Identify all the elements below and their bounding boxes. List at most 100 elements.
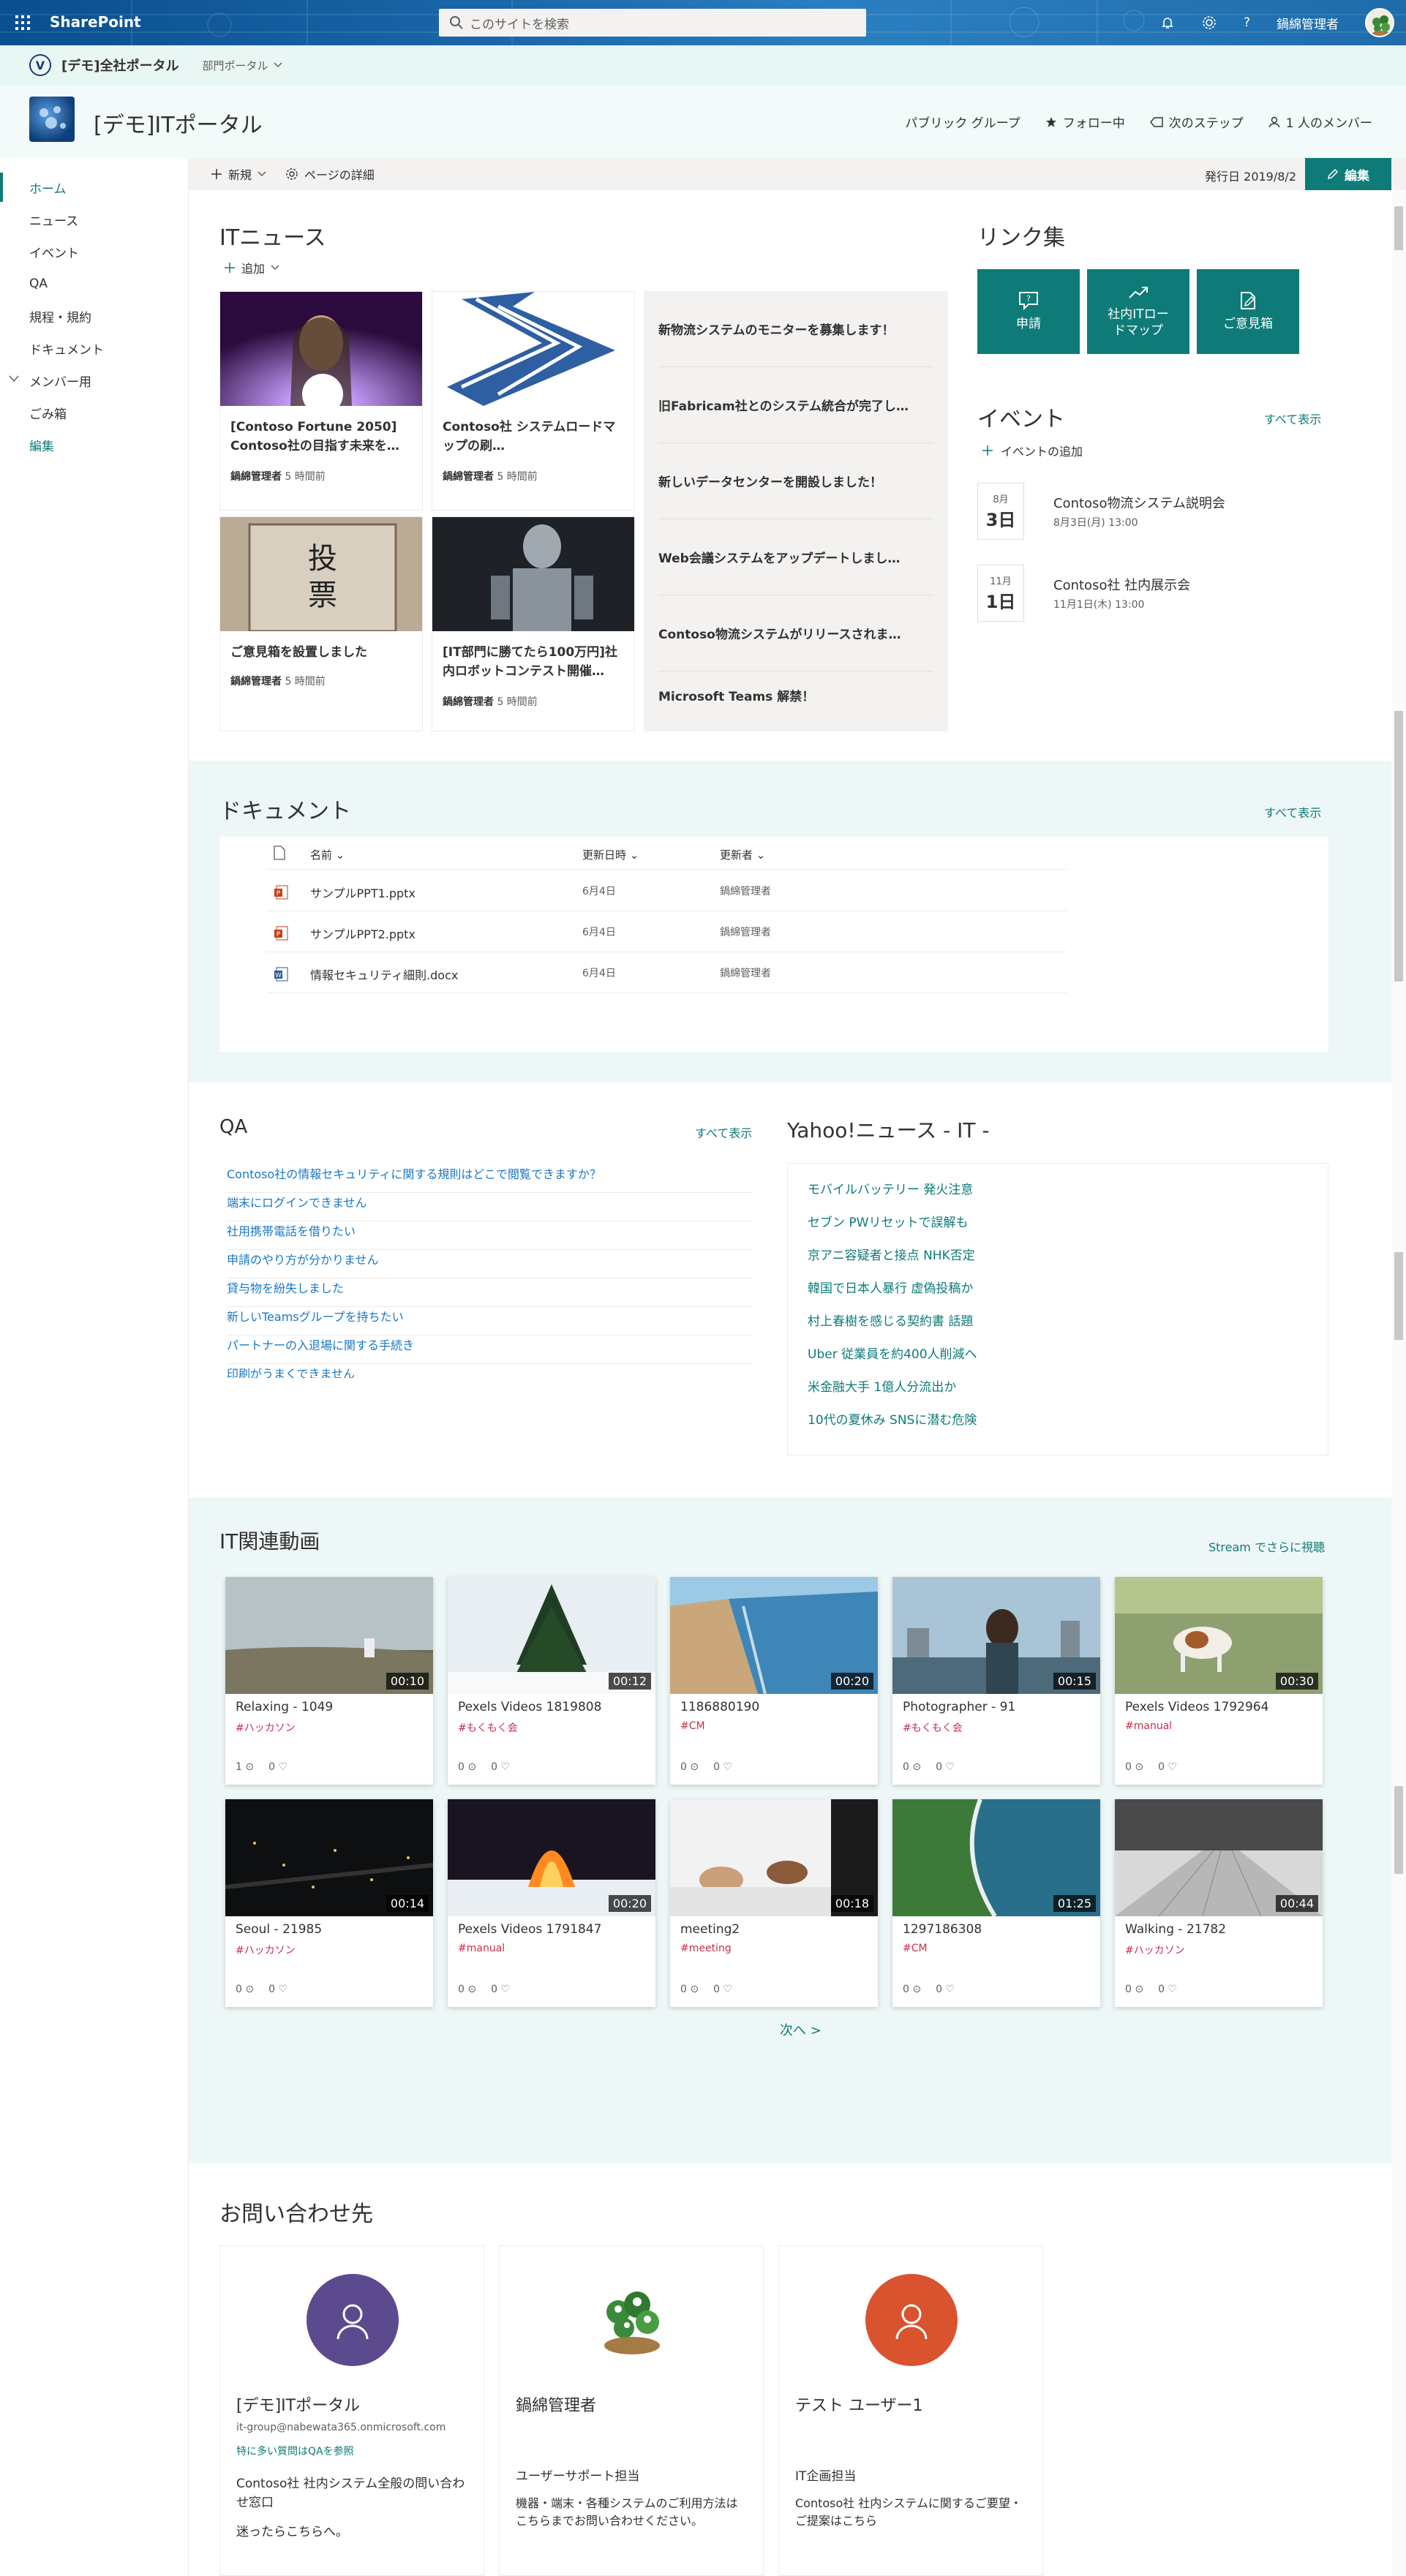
event-item[interactable]: 11月 1日 Contoso社 社内展示会 11月1日(木) 13:00 xyxy=(977,565,1314,630)
video-likes[interactable]: 0 ♡ xyxy=(1158,1761,1177,1773)
quicklink-suggestion-box[interactable]: ご意見箱 xyxy=(1197,269,1299,354)
rss-item[interactable]: モバイルバッテリー 発火注意 xyxy=(808,1179,973,1197)
contact-card[interactable]: テスト ユーザー1 IT企画担当 Contoso社 社内システムに関するご要望・… xyxy=(778,2245,1043,2576)
quicklink-application[interactable]: ? 申請 xyxy=(977,269,1080,354)
nav-documents[interactable]: ドキュメント xyxy=(0,334,189,363)
news-card[interactable]: 投票 ご意見箱を設置しました 鍋綿管理者 5 時間前 xyxy=(219,516,423,731)
column-header-name[interactable]: 名前 ⌄ xyxy=(310,847,345,862)
video-hashtag[interactable]: #CM xyxy=(903,1943,928,1954)
new-button[interactable]: 新規 xyxy=(211,165,266,183)
nav-recycle-bin[interactable]: ごみ箱 xyxy=(0,398,189,427)
site-logo[interactable] xyxy=(29,97,75,142)
nav-qa[interactable]: QA xyxy=(0,269,189,298)
notification-bell-icon[interactable] xyxy=(1160,15,1175,30)
document-row[interactable]: W 情報セキュリティ細則.docx 6月4日 鍋綿管理者 xyxy=(266,952,1067,993)
documents-see-all-link[interactable]: すべて表示 xyxy=(1264,803,1321,821)
video-card[interactable]: 00:10 Relaxing - 1049 #ハッカソン 1 ⊙ 0 ♡ xyxy=(225,1577,433,1785)
video-hashtag[interactable]: #manual xyxy=(458,1943,505,1954)
qa-item[interactable]: 端末にログインできません xyxy=(227,1193,753,1221)
page-scrollbar[interactable] xyxy=(1391,192,1406,2576)
hub-logo-icon[interactable]: V xyxy=(29,54,51,76)
add-event-button[interactable]: イベントの追加 xyxy=(982,442,1083,459)
follow-button[interactable]: フォロー中 xyxy=(1045,113,1125,131)
video-likes[interactable]: 0 ♡ xyxy=(936,1761,955,1773)
user-avatar[interactable] xyxy=(1365,8,1394,37)
video-card[interactable]: 01:25 1297186308 #CM 0 ⊙ 0 ♡ xyxy=(892,1799,1100,2007)
videos-next-button[interactable]: 次へ > xyxy=(780,2020,822,2039)
edit-button[interactable]: 編集 xyxy=(1305,158,1391,190)
sharepoint-brand-link[interactable]: SharePoint xyxy=(50,13,141,31)
news-headline[interactable]: 新物流システムのモニターを募集します！ xyxy=(658,291,933,367)
contact-qa-link[interactable]: 特に多い質問はQAを参照 xyxy=(236,2444,354,2458)
scrollbar-thumb[interactable] xyxy=(1394,1252,1403,1340)
scrollbar-thumb[interactable] xyxy=(1394,1786,1403,1874)
video-likes[interactable]: 0 ♡ xyxy=(491,1984,510,1995)
next-steps-button[interactable]: 次のステップ xyxy=(1149,113,1244,131)
video-likes[interactable]: 0 ♡ xyxy=(491,1761,510,1773)
qa-item[interactable]: パートナーの入退場に関する手続き xyxy=(227,1336,753,1364)
news-card[interactable]: [Contoso Fortune 2050] Contoso社の目指す未来を… … xyxy=(219,291,423,511)
qa-item[interactable]: 新しいTeamsグループを持ちたい xyxy=(227,1307,753,1336)
nav-news[interactable]: ニュース xyxy=(0,205,189,234)
news-add-button[interactable]: 追加 xyxy=(224,259,279,276)
nav-rules[interactable]: 規程・規約 xyxy=(0,301,189,331)
stream-see-more-link[interactable]: Stream でさらに視聴 xyxy=(1208,1537,1325,1555)
news-card[interactable]: Contoso社 システムロードマップの刷… 鍋綿管理者 5 時間前 xyxy=(432,291,635,511)
settings-gear-icon[interactable] xyxy=(1201,15,1217,31)
qa-item[interactable]: 申請のやり方が分かりません xyxy=(227,1250,753,1278)
video-card[interactable]: 00:44 Walking - 21782 #ハッカソン 0 ⊙ 0 ♡ xyxy=(1115,1799,1323,2007)
video-likes[interactable]: 0 ♡ xyxy=(268,1761,287,1773)
video-likes[interactable]: 0 ♡ xyxy=(268,1984,287,1995)
rss-item[interactable]: 韓国で日本人暴行 虚偽投稿か xyxy=(808,1278,973,1296)
contact-card[interactable]: 鍋綿管理者 ユーザーサポート担当 機器・端末・各種システムのご利用方法はこちらま… xyxy=(499,2245,764,2576)
video-hashtag[interactable]: #もくもく会 xyxy=(458,1720,518,1735)
nav-home[interactable]: ホーム xyxy=(0,173,189,202)
video-card[interactable]: 00:15 Photographer - 91 #もくもく会 0 ⊙ 0 ♡ xyxy=(892,1577,1100,1785)
video-card[interactable]: 00:18 meeting2 #meeting 0 ⊙ 0 ♡ xyxy=(670,1799,878,2007)
rss-item[interactable]: 京アニ容疑者と接点 NHK否定 xyxy=(808,1245,975,1263)
site-search-input[interactable]: このサイトを検索 xyxy=(439,9,866,37)
news-headline[interactable]: Microsoft Teams 解禁！ xyxy=(658,657,933,733)
column-header-modified[interactable]: 更新日時 ⌄ xyxy=(582,847,639,862)
rss-item[interactable]: Uber 従業員を約400人削減へ xyxy=(808,1344,977,1362)
video-hashtag[interactable]: #CM xyxy=(680,1720,705,1732)
quicklink-it-roadmap[interactable]: 社内ITロードマップ xyxy=(1087,269,1189,354)
qa-see-all-link[interactable]: すべて表示 xyxy=(695,1123,752,1141)
app-launcher-icon[interactable] xyxy=(10,10,35,35)
contact-email[interactable]: it-group@nabewata365.onmicrosoft.com xyxy=(236,2422,446,2433)
video-likes[interactable]: 0 ♡ xyxy=(1158,1984,1177,1995)
rss-item[interactable]: 10代の夏休み SNSに潜む危険 xyxy=(808,1409,977,1428)
qa-item[interactable]: 印刷がうまくできません xyxy=(227,1364,753,1378)
video-hashtag[interactable]: #ハッカソン xyxy=(236,1720,296,1735)
scrollbar-thumb[interactable] xyxy=(1394,206,1403,250)
video-hashtag[interactable]: #もくもく会 xyxy=(903,1720,963,1735)
video-card[interactable]: 00:14 Seoul - 21985 #ハッカソン 0 ⊙ 0 ♡ xyxy=(225,1799,433,2007)
nav-events[interactable]: イベント xyxy=(0,237,189,266)
members-button[interactable]: 1 人のメンバー xyxy=(1268,113,1372,131)
video-hashtag[interactable]: #manual xyxy=(1125,1720,1172,1732)
rss-item[interactable]: 村上春樹を感じる契約書 話題 xyxy=(808,1311,973,1329)
video-likes[interactable]: 0 ♡ xyxy=(713,1761,732,1773)
scrollbar-thumb[interactable] xyxy=(1394,711,1403,982)
contact-card[interactable]: [デモ]ITポータル it-group@nabewata365.onmicros… xyxy=(219,2245,484,2576)
column-header-modified-by[interactable]: 更新者 ⌄ xyxy=(720,847,765,862)
news-headline[interactable]: 新しいデータセンターを開設しました！ xyxy=(658,443,933,519)
events-see-all-link[interactable]: すべて表示 xyxy=(1264,410,1321,427)
rss-item[interactable]: 米金融大手 1億人分流出か xyxy=(808,1376,956,1395)
news-card[interactable]: [IT部門に勝てたら100万円]社内ロボットコンテスト開催… 鍋綿管理者 5 時… xyxy=(432,516,635,731)
nav-members-group[interactable]: メンバー用 xyxy=(0,366,189,395)
video-likes[interactable]: 0 ♡ xyxy=(713,1984,732,1995)
video-card[interactable]: 00:12 Pexels Videos 1819808 #もくもく会 0 ⊙ 0 ♡ xyxy=(448,1577,655,1785)
news-headline[interactable]: 旧Fabricam社とのシステム統合が完了し… xyxy=(658,367,933,443)
video-card[interactable]: 00:20 1186880190 #CM 0 ⊙ 0 ♡ xyxy=(670,1577,878,1785)
video-hashtag[interactable]: #meeting xyxy=(680,1943,732,1954)
video-hashtag[interactable]: #ハッカソン xyxy=(1125,1943,1185,1957)
qa-item[interactable]: 社用携帯電話を借りたい xyxy=(227,1221,753,1250)
hub-sub-menu[interactable]: 部門ポータル xyxy=(202,58,282,73)
hub-title[interactable]: [デモ]全社ポータル xyxy=(61,56,178,75)
page-details-button[interactable]: ページの詳細 xyxy=(285,165,375,183)
video-card[interactable]: 00:20 Pexels Videos 1791847 #manual 0 ⊙ 0 ♡ xyxy=(448,1799,655,2007)
event-item[interactable]: 8月 3日 Contoso物流システム説明会 8月3日(月) 13:00 xyxy=(977,483,1314,549)
rss-item[interactable]: セブン PWリセットで誤解も xyxy=(808,1212,968,1230)
video-likes[interactable]: 0 ♡ xyxy=(936,1984,955,1995)
